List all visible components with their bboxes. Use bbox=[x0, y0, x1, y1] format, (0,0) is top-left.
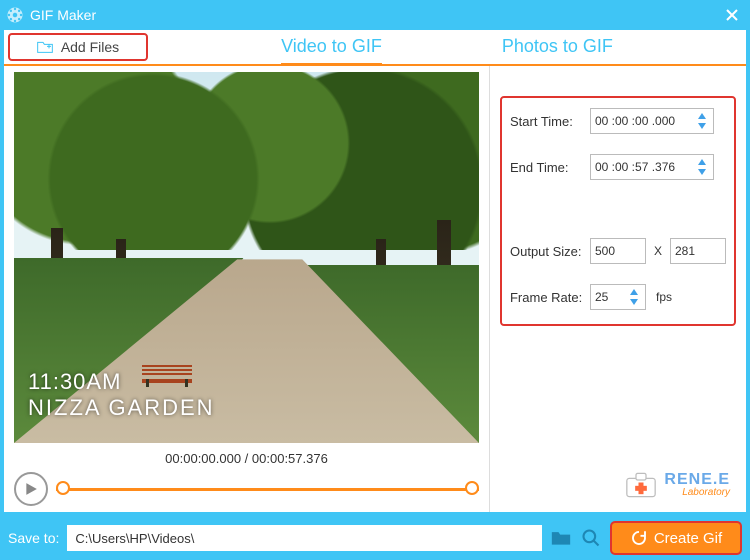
trim-start-handle[interactable] bbox=[56, 481, 70, 495]
output-size-label: Output Size: bbox=[510, 244, 590, 259]
spin-up-icon[interactable] bbox=[695, 157, 709, 167]
content: 11:30AM NIZZA GARDEN 00:00:00.000 / 00:0… bbox=[4, 66, 746, 512]
output-height-value: 281 bbox=[675, 244, 695, 258]
preview-panel: 11:30AM NIZZA GARDEN 00:00:00.000 / 00:0… bbox=[4, 66, 490, 512]
add-file-icon bbox=[37, 40, 53, 54]
save-path-input[interactable] bbox=[67, 525, 542, 551]
browse-folder-button[interactable] bbox=[550, 527, 572, 549]
timecode-total: 00:00:57.376 bbox=[252, 451, 328, 466]
overlay-time: 11:30AM bbox=[28, 369, 215, 395]
start-time-input[interactable]: 00 :00 :00 .000 bbox=[590, 108, 714, 134]
topbar: Add Files Video to GIF Photos to GIF bbox=[4, 30, 746, 66]
start-time-spinner[interactable] bbox=[695, 111, 709, 131]
play-button[interactable] bbox=[14, 472, 48, 506]
play-icon bbox=[24, 482, 38, 496]
end-time-spinner[interactable] bbox=[695, 157, 709, 177]
content-wrapper: Add Files Video to GIF Photos to GIF bbox=[4, 30, 746, 512]
player-controls bbox=[14, 472, 479, 506]
spin-up-icon[interactable] bbox=[627, 287, 641, 297]
trim-end-handle[interactable] bbox=[465, 481, 479, 495]
end-time-input[interactable]: 00 :00 :57 .376 bbox=[590, 154, 714, 180]
folder-icon bbox=[551, 529, 571, 547]
end-time-value: 00 :00 :57 .376 bbox=[595, 160, 675, 174]
brand-sub: Laboratory bbox=[664, 488, 730, 498]
window-title: GIF Maker bbox=[30, 7, 724, 23]
video-preview[interactable]: 11:30AM NIZZA GARDEN bbox=[14, 72, 479, 443]
create-gif-label: Create Gif bbox=[654, 530, 722, 547]
overlay-place: NIZZA GARDEN bbox=[28, 395, 215, 421]
output-height-input[interactable]: 281 bbox=[670, 238, 726, 264]
app-window: GIF Maker Add Files Video to GIF Photos … bbox=[0, 0, 750, 560]
save-to-label: Save to: bbox=[8, 530, 59, 546]
refresh-icon bbox=[630, 529, 648, 547]
fps-unit: fps bbox=[656, 290, 672, 304]
search-icon bbox=[581, 528, 601, 548]
spin-down-icon[interactable] bbox=[627, 297, 641, 307]
medical-bag-icon bbox=[624, 470, 658, 500]
settings-panel: Start Time: 00 :00 :00 .000 End Time: 00… bbox=[490, 66, 746, 512]
output-width-value: 500 bbox=[595, 244, 615, 258]
tab-photos-to-gif[interactable]: Photos to GIF bbox=[502, 30, 613, 64]
spin-down-icon[interactable] bbox=[695, 121, 709, 131]
end-time-label: End Time: bbox=[510, 160, 590, 175]
tab-video-to-gif[interactable]: Video to GIF bbox=[281, 30, 382, 66]
start-time-label: Start Time: bbox=[510, 114, 590, 129]
trim-slider[interactable] bbox=[56, 479, 479, 499]
video-overlay-text: 11:30AM NIZZA GARDEN bbox=[28, 369, 215, 421]
app-logo-icon bbox=[6, 6, 24, 24]
add-files-label: Add Files bbox=[61, 39, 119, 55]
search-button[interactable] bbox=[580, 527, 602, 549]
settings-box: Start Time: 00 :00 :00 .000 End Time: 00… bbox=[500, 96, 736, 326]
frame-rate-value: 25 bbox=[595, 290, 608, 304]
size-separator: X bbox=[654, 244, 662, 258]
output-width-input[interactable]: 500 bbox=[590, 238, 646, 264]
spin-up-icon[interactable] bbox=[695, 111, 709, 121]
brand-name: RENE.E bbox=[664, 472, 730, 488]
timecode-display: 00:00:00.000 / 00:00:57.376 bbox=[14, 451, 479, 466]
close-icon[interactable] bbox=[724, 7, 740, 23]
spin-down-icon[interactable] bbox=[695, 167, 709, 177]
frame-rate-label: Frame Rate: bbox=[510, 290, 590, 305]
titlebar: GIF Maker bbox=[0, 0, 750, 30]
tabs: Video to GIF Photos to GIF bbox=[148, 30, 746, 64]
fps-spinner[interactable] bbox=[627, 287, 641, 307]
add-files-button[interactable]: Add Files bbox=[8, 33, 148, 61]
frame-rate-input[interactable]: 25 bbox=[590, 284, 646, 310]
create-gif-button[interactable]: Create Gif bbox=[610, 521, 742, 555]
footer: Save to: Create Gif bbox=[0, 516, 750, 560]
start-time-value: 00 :00 :00 .000 bbox=[595, 114, 675, 128]
brand-logo: RENE.E Laboratory bbox=[624, 470, 736, 506]
timecode-current: 00:00:00.000 bbox=[165, 451, 241, 466]
